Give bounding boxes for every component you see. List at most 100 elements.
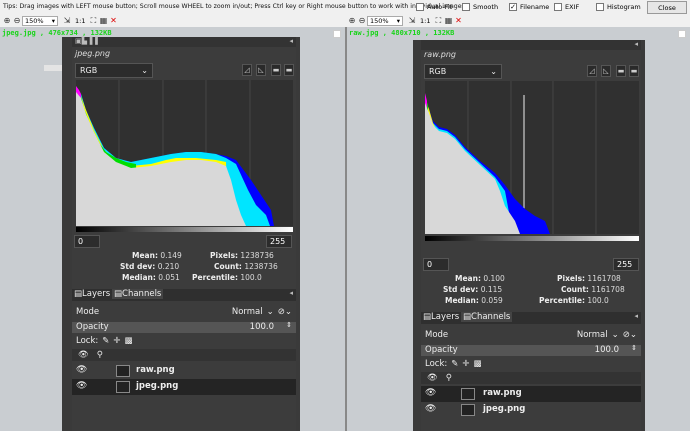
histogram-view2-icon[interactable]: ▬	[284, 64, 294, 76]
exif-checkbox[interactable]: EXIF	[554, 3, 579, 11]
zoom-out-icon[interactable]: ⊖	[12, 16, 22, 26]
grid-icon[interactable]: ▦	[443, 16, 453, 26]
right-opacity-slider[interactable]: Opacity 100.0 ⇕	[421, 344, 641, 356]
left-histogram-graph	[76, 80, 274, 226]
smooth-checkbox[interactable]: Smooth	[462, 3, 498, 11]
right-median: Median: 0.059	[445, 296, 503, 305]
left-image-viewer[interactable]: jpeg.jpg , 476x734 , 132KB ▣▙▐▐ ◂ jpeg.p…	[0, 27, 345, 431]
left-histogram-gradient[interactable]	[76, 227, 293, 232]
lock-position-icon[interactable]: ✛	[113, 336, 120, 346]
fit-icon[interactable]: ⇲	[62, 16, 72, 26]
fullscreen-icon[interactable]: ⛶	[433, 16, 443, 26]
histogram-view-icon[interactable]: ▬	[271, 64, 281, 76]
left-mode-row[interactable]: Mode Normal ⌄ ⊘⌄	[72, 304, 296, 319]
histogram-view2-icon[interactable]: ▬	[629, 65, 639, 77]
right-mode-row[interactable]: Mode Normal ⌄ ⊘⌄	[421, 327, 641, 342]
visibility-eye-icon[interactable]: 👁	[425, 404, 436, 416]
eye-header-icon: 👁	[427, 373, 438, 383]
mode-select[interactable]: Normal	[232, 307, 263, 317]
panel-menu-icon[interactable]: ◂	[289, 37, 293, 45]
chevron-down-icon: ⌄	[266, 306, 274, 317]
right-mean: Mean: 0.100	[455, 274, 505, 283]
panel-menu-icon[interactable]: ◂	[289, 289, 293, 297]
close-button[interactable]: Close	[647, 1, 687, 14]
linear-histogram-icon[interactable]: ◿	[242, 64, 252, 76]
layer-row[interactable]: 👁 raw.png	[72, 363, 296, 379]
close-icon[interactable]: ✕	[453, 16, 463, 26]
mode-reset-icon[interactable]: ⊘⌄	[278, 307, 292, 317]
close-icon[interactable]: ✕	[108, 16, 118, 26]
layer-row-selected[interactable]: 👁 raw.png	[421, 386, 641, 402]
visibility-eye-icon[interactable]: 👁	[76, 381, 87, 393]
histogram-checkbox[interactable]: Histogram	[596, 3, 641, 11]
right-toolbar: ⊕ ⊖ 150% ▾ ⇲ 1:1 ⛶ ▦ ✕	[347, 15, 463, 27]
smooth-box[interactable]	[462, 3, 470, 11]
zoom-in-icon[interactable]: ⊕	[2, 16, 12, 26]
right-histogram[interactable]	[425, 81, 639, 234]
layer-thumbnail	[116, 365, 130, 377]
right-ratio-button[interactable]: 1:1	[417, 17, 433, 25]
lock-alpha-icon[interactable]: ▩	[125, 336, 133, 346]
linear-histogram-icon[interactable]: ◿	[587, 65, 597, 77]
stepper-icon[interactable]: ⇕	[286, 321, 292, 329]
left-mean: Mean: 0.149	[132, 251, 182, 260]
panel-menu-icon[interactable]: ◂	[634, 40, 638, 48]
lock-pixels-icon[interactable]: ✎	[102, 336, 109, 346]
right-histogram-graph	[425, 81, 597, 234]
tab-channels[interactable]: ▤Channels	[461, 312, 513, 322]
zoom-in-icon[interactable]: ⊕	[347, 16, 357, 26]
panel-tab-strip: ◂	[421, 40, 641, 50]
histogram-view-icon[interactable]: ▬	[616, 65, 626, 77]
mode-select[interactable]: Normal	[577, 330, 608, 340]
left-zoom-select[interactable]: 150% ▾	[22, 16, 58, 26]
right-channel-select[interactable]: RGB ⌄	[424, 64, 502, 79]
left-range-min-input[interactable]: 0	[74, 235, 100, 248]
right-histogram-gradient[interactable]	[425, 236, 639, 241]
left-count: Count: 1238736	[214, 262, 278, 271]
filename-box[interactable]: ✓	[509, 3, 517, 11]
right-range-min-input[interactable]: 0	[423, 258, 449, 271]
histogram-box[interactable]	[596, 3, 604, 11]
left-scrollbar[interactable]	[296, 37, 300, 431]
mode-reset-icon[interactable]: ⊘⌄	[623, 330, 637, 340]
left-opacity-slider[interactable]: Opacity 100.0 ⇕	[72, 321, 296, 333]
zoom-out-icon[interactable]: ⊖	[357, 16, 367, 26]
fullscreen-icon[interactable]: ⛶	[88, 16, 98, 26]
log-histogram-icon[interactable]: ◺	[601, 65, 611, 77]
left-corner-box[interactable]	[333, 30, 341, 38]
autofit-checkbox[interactable]: Auto-Fit	[416, 3, 452, 11]
left-gimp-panel: ▣▙▐▐ ◂ jpeg.png RGB ⌄ ◿ ◺ ▬ ▬ 0 255 Mean…	[72, 37, 296, 431]
lock-pixels-icon[interactable]: ✎	[451, 359, 458, 369]
stepper-icon[interactable]: ⇕	[631, 344, 637, 352]
left-histogram[interactable]	[76, 80, 293, 226]
grid-icon[interactable]: ▦	[98, 16, 108, 26]
right-lock-row: Lock: ✎ ✛ ▩	[425, 358, 482, 369]
layer-row-selected[interactable]: 👁 jpeg.png	[72, 379, 296, 395]
right-image-viewer[interactable]: raw.jpg , 480x710 , 132KB ◂ raw.png RGB ⌄…	[347, 27, 690, 431]
panel-menu-icon[interactable]: ◂	[634, 312, 638, 320]
lock-position-icon[interactable]: ✛	[462, 359, 469, 369]
right-scrollbar[interactable]	[641, 40, 645, 431]
tab-channels[interactable]: ▤Channels	[112, 289, 164, 299]
left-median: Median: 0.051	[122, 273, 180, 282]
right-corner-box[interactable]	[678, 30, 686, 38]
left-channel-select[interactable]: RGB ⌄	[75, 63, 153, 78]
visibility-eye-icon[interactable]: 👁	[76, 365, 87, 377]
tab-layers[interactable]: ▤Layers	[74, 289, 110, 299]
visibility-eye-icon[interactable]: 👁	[425, 388, 436, 400]
tab-layers[interactable]: ▤Layers	[423, 312, 459, 322]
exif-box[interactable]	[554, 3, 562, 11]
chevron-down-icon: ⌄	[611, 329, 619, 340]
layer-thumbnail	[461, 388, 475, 400]
log-histogram-icon[interactable]: ◺	[256, 64, 266, 76]
lock-alpha-icon[interactable]: ▩	[474, 359, 482, 369]
dock-tabs-icon[interactable]: ▣▙▐▐	[75, 37, 98, 45]
filename-checkbox[interactable]: ✓ Filename	[509, 3, 549, 11]
right-range-max-input[interactable]: 255	[613, 258, 639, 271]
left-ratio-button[interactable]: 1:1	[72, 17, 88, 25]
right-zoom-select[interactable]: 150% ▾	[367, 16, 403, 26]
autofit-box[interactable]	[416, 3, 424, 11]
fit-icon[interactable]: ⇲	[407, 16, 417, 26]
left-range-max-input[interactable]: 255	[266, 235, 292, 248]
layer-row[interactable]: 👁 jpeg.png	[421, 402, 641, 418]
